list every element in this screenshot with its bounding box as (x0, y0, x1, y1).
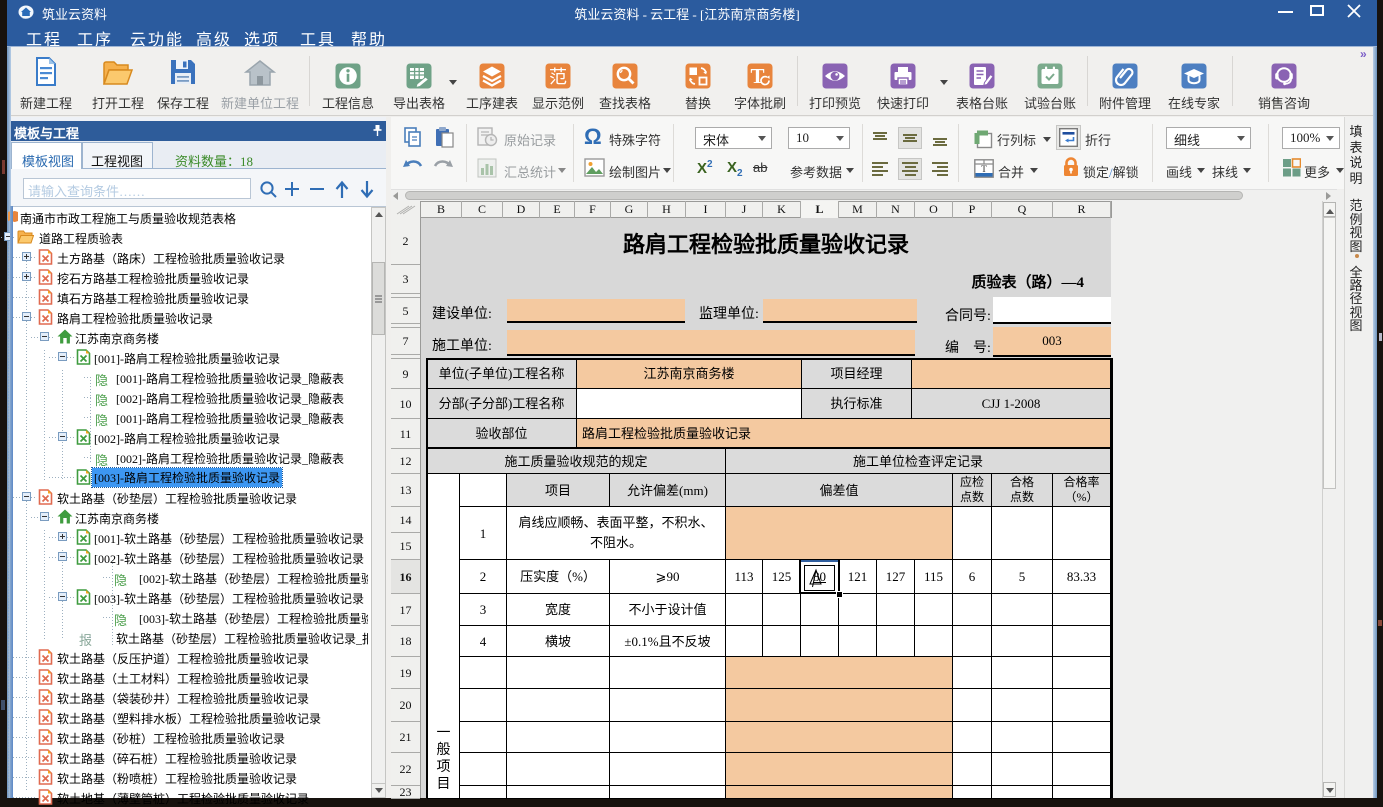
svg-text:T: T (981, 165, 987, 175)
svg-text:范: 范 (549, 67, 567, 87)
